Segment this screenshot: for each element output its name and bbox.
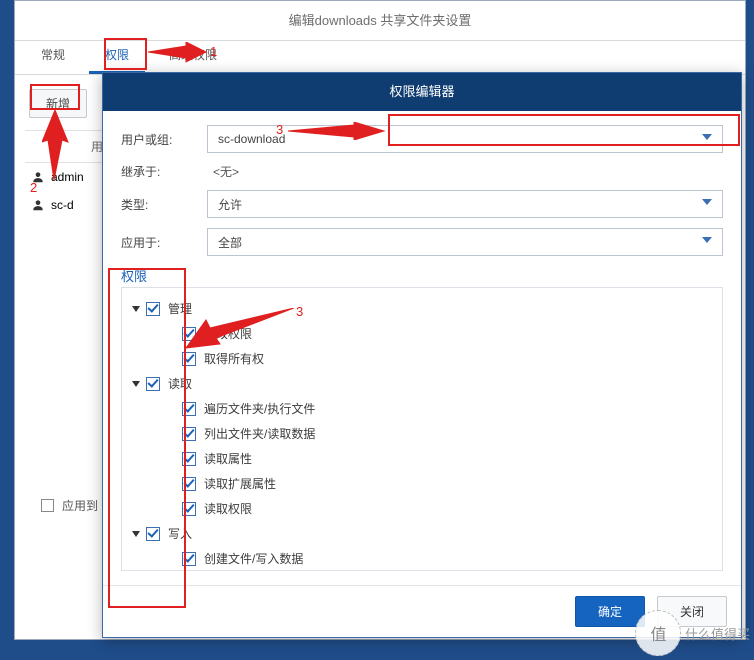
label-apply-to: 应用于: bbox=[121, 234, 207, 251]
permission-checkbox[interactable] bbox=[182, 452, 196, 466]
permission-label: 创建文件/写入数据 bbox=[204, 550, 303, 567]
permission-checkbox[interactable] bbox=[146, 377, 160, 391]
tree-node[interactable]: 读取属性 bbox=[126, 446, 718, 471]
expand-caret-icon[interactable] bbox=[132, 531, 140, 537]
tree-node[interactable]: 读取 bbox=[126, 371, 718, 396]
window-title: 编辑downloads 共享文件夹设置 bbox=[15, 1, 745, 41]
chevron-down-icon bbox=[702, 237, 712, 243]
tree-node[interactable]: 创建文件/写入数据 bbox=[126, 546, 718, 571]
permission-checkbox[interactable] bbox=[182, 477, 196, 491]
cancel-button[interactable]: 关闭 bbox=[657, 596, 727, 627]
tree-node[interactable]: 管理 bbox=[126, 296, 718, 321]
permission-checkbox[interactable] bbox=[182, 502, 196, 516]
tree-node[interactable]: 列出文件夹/读取数据 bbox=[126, 421, 718, 446]
permission-label: 遍历文件夹/执行文件 bbox=[204, 400, 315, 417]
permission-checkbox[interactable] bbox=[146, 302, 160, 316]
tree-node[interactable]: 写入 bbox=[126, 521, 718, 546]
user-name: admin bbox=[51, 170, 84, 184]
user-icon bbox=[31, 198, 45, 212]
tree-node[interactable]: 读取扩展属性 bbox=[126, 471, 718, 496]
permission-checkbox[interactable] bbox=[182, 352, 196, 366]
label-user-group: 用户或组: bbox=[121, 131, 207, 148]
permission-checkbox[interactable] bbox=[182, 427, 196, 441]
permission-label: 写入 bbox=[168, 525, 192, 542]
permission-label: 读取扩展属性 bbox=[204, 475, 276, 492]
tab-general[interactable]: 常规 bbox=[25, 38, 81, 74]
label-inherit: 继承于: bbox=[121, 163, 207, 180]
permission-checkbox[interactable] bbox=[182, 552, 196, 566]
user-name: sc-d bbox=[51, 198, 74, 212]
apply-label: 应用到 bbox=[62, 497, 98, 514]
add-button[interactable]: 新增 bbox=[29, 89, 87, 118]
user-icon bbox=[31, 170, 45, 184]
tree-node[interactable]: 读取权限 bbox=[126, 496, 718, 521]
tab-advanced-permissions[interactable]: 高级权限 bbox=[153, 38, 233, 74]
user-group-combo[interactable]: sc-download bbox=[207, 125, 723, 153]
expand-caret-icon[interactable] bbox=[132, 381, 140, 387]
permission-label: 读取属性 bbox=[204, 450, 252, 467]
dialog-title: 权限编辑器 bbox=[103, 73, 741, 111]
apply-to-combo[interactable]: 全部 bbox=[207, 228, 723, 256]
permission-label: 读取 bbox=[168, 375, 192, 392]
permission-label: 管理 bbox=[168, 300, 192, 317]
apply-to-value: 全部 bbox=[218, 234, 242, 251]
inherit-value: <无> bbox=[207, 163, 723, 180]
permission-checkbox[interactable] bbox=[182, 402, 196, 416]
permission-checkbox[interactable] bbox=[182, 327, 196, 341]
chevron-down-icon bbox=[702, 199, 712, 205]
tree-node[interactable]: 遍历文件夹/执行文件 bbox=[126, 396, 718, 421]
permission-editor-dialog: 权限编辑器 用户或组: sc-download 继承于: <无> 类型: 允许 … bbox=[102, 72, 742, 638]
chevron-down-icon bbox=[702, 134, 712, 140]
user-group-value: sc-download bbox=[218, 132, 285, 146]
permission-label: 更改权限 bbox=[204, 325, 252, 342]
tab-permissions[interactable]: 权限 bbox=[89, 38, 145, 74]
type-combo[interactable]: 允许 bbox=[207, 190, 723, 218]
permission-checkbox[interactable] bbox=[146, 527, 160, 541]
permissions-section-title: 权限 bbox=[121, 266, 723, 285]
permission-label: 读取权限 bbox=[204, 500, 252, 517]
apply-checkbox[interactable] bbox=[41, 499, 54, 512]
permission-label: 列出文件夹/读取数据 bbox=[204, 425, 315, 442]
permissions-tree[interactable]: 管理更改权限取得所有权读取遍历文件夹/执行文件列出文件夹/读取数据读取属性读取扩… bbox=[121, 287, 723, 571]
label-type: 类型: bbox=[121, 196, 207, 213]
type-value: 允许 bbox=[218, 196, 242, 213]
tree-node[interactable]: 更改权限 bbox=[126, 321, 718, 346]
ok-button[interactable]: 确定 bbox=[575, 596, 645, 627]
expand-caret-icon[interactable] bbox=[132, 306, 140, 312]
permission-label: 取得所有权 bbox=[204, 350, 264, 367]
tree-node[interactable]: 取得所有权 bbox=[126, 346, 718, 371]
tabs-bar: 常规 权限 高级权限 bbox=[15, 41, 745, 75]
